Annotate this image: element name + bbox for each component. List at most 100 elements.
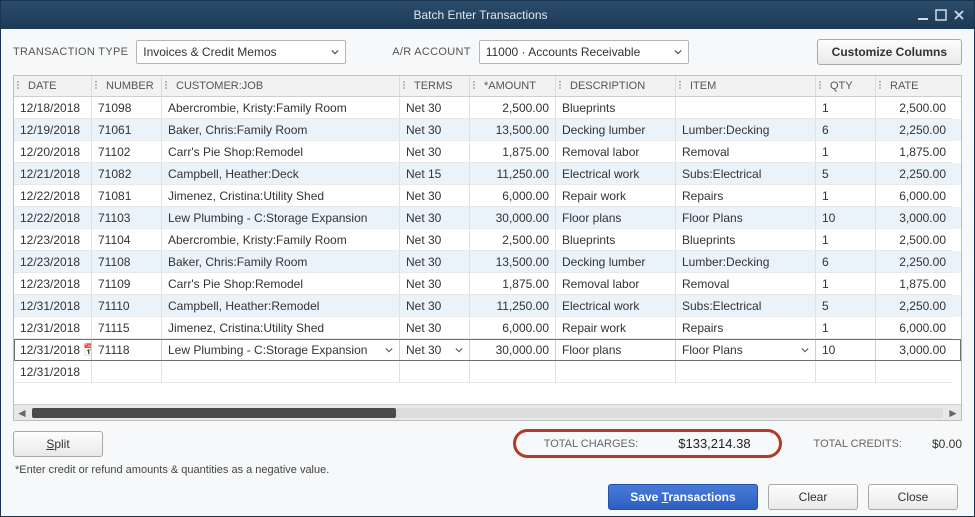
cell[interactable]: 3,000.00 bbox=[876, 339, 952, 361]
col-header-number[interactable]: NUMBER bbox=[92, 76, 162, 96]
cell[interactable] bbox=[470, 361, 556, 383]
cell[interactable]: 12/21/2018 bbox=[14, 163, 92, 185]
col-header-item[interactable]: ITEM bbox=[676, 76, 816, 96]
cell[interactable]: 1 bbox=[816, 185, 876, 207]
split-button[interactable]: Split bbox=[13, 431, 103, 457]
cell[interactable]: Blueprints bbox=[556, 97, 676, 119]
cell[interactable]: 6,000.00 bbox=[470, 317, 556, 339]
cell[interactable]: Removal labor bbox=[556, 273, 676, 295]
col-header-date[interactable]: DATE bbox=[14, 76, 92, 96]
table-row[interactable]: 12/22/201871103Lew Plumbing - C:Storage … bbox=[14, 207, 961, 229]
cell[interactable]: 1 bbox=[816, 229, 876, 251]
ar-account-dropdown[interactable]: 11000 · Accounts Receivable bbox=[479, 40, 689, 64]
cell[interactable]: Decking lumber bbox=[556, 119, 676, 141]
cell[interactable]: 12/22/2018 bbox=[14, 185, 92, 207]
cell[interactable]: 13,500.00 bbox=[470, 251, 556, 273]
cell[interactable]: Lumber:Decking bbox=[676, 251, 816, 273]
cell[interactable]: 5 bbox=[816, 295, 876, 317]
cell[interactable]: Net 30 bbox=[400, 295, 470, 317]
cell[interactable]: 12/23/2018 bbox=[14, 273, 92, 295]
cell[interactable]: Campbell, Heather:Deck bbox=[162, 163, 400, 185]
scroll-track[interactable] bbox=[32, 408, 943, 418]
cell[interactable]: Net 30 bbox=[400, 97, 470, 119]
cell[interactable]: 12/31/2018📅 bbox=[14, 339, 92, 361]
save-transactions-button[interactable]: Save Transactions bbox=[608, 484, 758, 510]
close-button[interactable]: Close bbox=[868, 484, 958, 510]
cell[interactable]: Net 30 bbox=[400, 251, 470, 273]
cell[interactable]: 71103 bbox=[92, 207, 162, 229]
cell[interactable]: 30,000.00 bbox=[470, 207, 556, 229]
cell[interactable]: 71115 bbox=[92, 317, 162, 339]
cell[interactable] bbox=[676, 361, 816, 383]
cell[interactable]: 12/20/2018 bbox=[14, 141, 92, 163]
cell[interactable]: 6,000.00 bbox=[470, 185, 556, 207]
cell[interactable]: 1 bbox=[816, 141, 876, 163]
cell[interactable]: Jimenez, Cristina:Utility Shed bbox=[162, 317, 400, 339]
cell[interactable]: Net 30 bbox=[400, 339, 470, 361]
cell[interactable]: Net 30 bbox=[400, 317, 470, 339]
cell[interactable]: Repairs bbox=[676, 185, 816, 207]
table-row[interactable]: 12/19/201871061Baker, Chris:Family RoomN… bbox=[14, 119, 961, 141]
cell[interactable]: 12/31/2018 bbox=[14, 361, 92, 383]
cell[interactable]: 71082 bbox=[92, 163, 162, 185]
cell[interactable]: Net 30 bbox=[400, 273, 470, 295]
cell[interactable]: 2,500.00 bbox=[876, 97, 952, 119]
chevron-down-icon[interactable] bbox=[801, 343, 809, 357]
cell[interactable]: Floor plans bbox=[556, 339, 676, 361]
cell[interactable]: 1 bbox=[816, 273, 876, 295]
cell[interactable]: Removal bbox=[676, 273, 816, 295]
cell[interactable] bbox=[876, 361, 952, 383]
cell[interactable]: 12/23/2018 bbox=[14, 251, 92, 273]
cell[interactable]: Abercrombie, Kristy:Family Room bbox=[162, 97, 400, 119]
col-header-qty[interactable]: QTY bbox=[816, 76, 876, 96]
cell[interactable]: Carr's Pie Shop:Remodel bbox=[162, 273, 400, 295]
cell[interactable]: 71061 bbox=[92, 119, 162, 141]
cell[interactable]: Lew Plumbing - C:Storage Expansion bbox=[162, 339, 400, 361]
cell[interactable]: 3,000.00 bbox=[876, 207, 952, 229]
cell[interactable]: 12/31/2018 bbox=[14, 295, 92, 317]
table-row[interactable]: 12/31/201871115Jimenez, Cristina:Utility… bbox=[14, 317, 961, 339]
table-row[interactable]: 12/23/201871109Carr's Pie Shop:RemodelNe… bbox=[14, 273, 961, 295]
cell[interactable]: 2,500.00 bbox=[876, 229, 952, 251]
cell[interactable]: 1,875.00 bbox=[876, 273, 952, 295]
close-icon[interactable] bbox=[950, 7, 968, 23]
cell[interactable]: 11,250.00 bbox=[470, 295, 556, 317]
cell[interactable]: 2,250.00 bbox=[876, 295, 952, 317]
cell[interactable]: 6 bbox=[816, 119, 876, 141]
cell[interactable]: 30,000.00 bbox=[470, 339, 556, 361]
cell[interactable]: Lumber:Decking bbox=[676, 119, 816, 141]
cell[interactable]: 5 bbox=[816, 163, 876, 185]
cell[interactable]: Electrical work bbox=[556, 295, 676, 317]
cell[interactable]: Electrical work bbox=[556, 163, 676, 185]
customize-columns-button[interactable]: Customize Columns bbox=[817, 39, 962, 65]
cell[interactable]: Net 30 bbox=[400, 141, 470, 163]
cell[interactable]: Decking lumber bbox=[556, 251, 676, 273]
scroll-right-icon[interactable]: ► bbox=[945, 406, 961, 420]
table-row[interactable]: 12/22/201871081Jimenez, Cristina:Utility… bbox=[14, 185, 961, 207]
table-row[interactable]: 12/21/201871082Campbell, Heather:DeckNet… bbox=[14, 163, 961, 185]
col-header-customer[interactable]: CUSTOMER:JOB bbox=[162, 76, 400, 96]
cell[interactable] bbox=[676, 97, 816, 119]
cell[interactable]: 2,250.00 bbox=[876, 163, 952, 185]
cell[interactable]: 6 bbox=[816, 251, 876, 273]
table-row[interactable]: 12/23/201871104Abercrombie, Kristy:Famil… bbox=[14, 229, 961, 251]
cell[interactable] bbox=[400, 361, 470, 383]
cell[interactable]: 2,500.00 bbox=[470, 229, 556, 251]
cell[interactable]: 6,000.00 bbox=[876, 185, 952, 207]
cell[interactable]: Net 30 bbox=[400, 185, 470, 207]
cell[interactable]: Blueprints bbox=[556, 229, 676, 251]
cell[interactable]: Jimenez, Cristina:Utility Shed bbox=[162, 185, 400, 207]
cell[interactable]: Floor Plans bbox=[676, 207, 816, 229]
cell[interactable]: 71081 bbox=[92, 185, 162, 207]
cell[interactable]: 12/19/2018 bbox=[14, 119, 92, 141]
cell[interactable]: 6,000.00 bbox=[876, 317, 952, 339]
calendar-icon[interactable]: 📅 bbox=[83, 343, 92, 357]
cell[interactable]: Removal labor bbox=[556, 141, 676, 163]
col-header-amount[interactable]: *AMOUNT bbox=[470, 76, 556, 96]
col-header-description[interactable]: DESCRIPTION bbox=[556, 76, 676, 96]
cell[interactable]: Carr's Pie Shop:Remodel bbox=[162, 141, 400, 163]
cell[interactable]: 1,875.00 bbox=[470, 141, 556, 163]
cell[interactable]: Subs:Electrical bbox=[676, 163, 816, 185]
cell[interactable]: 12/18/2018 bbox=[14, 97, 92, 119]
cell[interactable]: 13,500.00 bbox=[470, 119, 556, 141]
